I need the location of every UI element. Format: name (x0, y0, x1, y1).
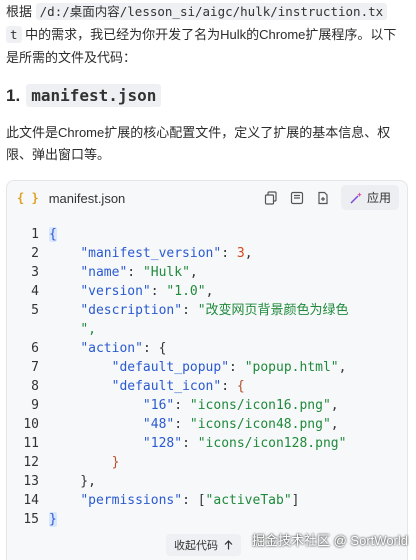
intro-text: 中的需求，我已经为你开发了名为Hulk的Chrome扩展程序。以下 (25, 27, 397, 42)
code-line: 5 "description": "改变网页背景颜色为绿色 (7, 301, 407, 320)
code-line: 11 "128": "icons/icon128.png" (7, 434, 407, 453)
heading-number: 1. (6, 85, 21, 105)
copy-button[interactable] (259, 186, 283, 210)
code-line: 1{ (7, 225, 407, 244)
code-filename: manifest.json (48, 190, 126, 206)
line-number: 9 (31, 398, 39, 413)
line-number: 6 (31, 341, 39, 356)
line-number: 15 (23, 512, 39, 527)
description-line-2: 限、弹出窗口等。 (6, 147, 111, 162)
apply-button[interactable]: 应用 (340, 185, 399, 210)
line-number (7, 320, 39, 339)
json-file-icon: { } (17, 191, 39, 205)
line-number: 5 (31, 303, 39, 318)
description-line-1: 此文件是Chrome扩展的核心配置文件，定义了扩展的基本信息、权 (6, 125, 391, 140)
code-line: ", (7, 320, 407, 339)
collapse-label: 收起代码 (174, 540, 218, 552)
code-text: "16": "icons/icon16.png", (142, 398, 339, 413)
section-heading: 1. manifest.json (6, 84, 162, 107)
code-line: 7 "default_popup": "popup.html", (7, 358, 407, 377)
code-text: "name": "Hulk", (80, 265, 198, 280)
code-line: 14 "permissions": ["activeTab"] (7, 491, 407, 510)
code-text: "permissions": ["activeTab"] (80, 493, 300, 508)
section-description: 此文件是Chrome扩展的核心配置文件，定义了扩展的基本信息、权 限、弹出窗口等… (6, 122, 410, 166)
line-number: 3 (31, 265, 39, 280)
insert-button[interactable] (285, 186, 309, 210)
insert-icon (290, 191, 304, 204)
intro-paragraph: 根据 /d:/桌面内容/lesson_si/aigc/hulk/instruct… (6, 0, 412, 69)
line-number: 13 (23, 474, 39, 489)
intro-prefix: 根据 (6, 4, 33, 19)
code-text: "manifest_version": 3, (80, 246, 253, 261)
code-text: "128": "icons/icon128.png" (142, 436, 347, 451)
code-text: }, (49, 474, 96, 489)
code-line: 8 "default_icon": { (7, 377, 407, 396)
line-number: 10 (23, 417, 39, 432)
code-line: 6 "action": { (7, 339, 407, 358)
code-line: 2 "manifest_version": 3, (7, 244, 407, 263)
code-actions: 应用 (259, 185, 399, 210)
code-text: "description": "改变网页背景颜色为绿色 (80, 303, 349, 318)
code-line: 4 "version": "1.0", (7, 282, 407, 301)
code-text: "default_popup": "popup.html", (111, 360, 347, 375)
collapse-code-button[interactable]: 收起代码 (166, 534, 241, 556)
page: 根据 /d:/桌面内容/lesson_si/aigc/hulk/instruct… (0, 0, 416, 560)
code-text: "version": "1.0", (80, 284, 214, 299)
instruction-path-continued[interactable]: t (6, 26, 22, 43)
code-line: 9 "16": "icons/icon16.png", (7, 396, 407, 415)
code-text: } (49, 512, 57, 527)
instruction-path[interactable]: /d:/桌面内容/lesson_si/aigc/hulk/instruction… (35, 3, 388, 20)
code-block-header: { } manifest.json 应用 (7, 181, 407, 215)
code-text: } (111, 455, 120, 470)
code-text: ", (80, 322, 96, 337)
apply-wand-icon (350, 192, 362, 204)
code-text: { (49, 227, 57, 242)
line-number: 7 (31, 360, 39, 375)
line-number: 11 (23, 436, 39, 451)
intro-text-line3: 是所需的文件及代码： (6, 50, 137, 65)
apply-label: 应用 (366, 191, 391, 205)
code-line: 3 "name": "Hulk", (7, 263, 407, 282)
line-number: 14 (23, 493, 39, 508)
line-number: 2 (31, 246, 39, 261)
watermark: 掘金技术社区 @ SortWorld (252, 533, 408, 548)
copy-icon (264, 190, 277, 205)
line-number: 1 (31, 227, 39, 242)
code-text: "default_icon": { (111, 379, 245, 394)
new-file-icon (318, 191, 328, 204)
code-text: "48": "icons/icon48.png", (142, 417, 339, 432)
code-body[interactable]: 1{2 "manifest_version": 3, 3 "name": "Hul… (7, 225, 407, 529)
code-text: "action": { (80, 341, 167, 356)
heading-code: manifest.json (26, 84, 162, 107)
line-number: 8 (31, 379, 39, 394)
arrow-up-icon (224, 540, 233, 550)
code-line: 13 }, (7, 472, 407, 491)
code-line: 10 "48": "icons/icon48.png", (7, 415, 407, 434)
code-block: { } manifest.json 应用 1 {2 "manifest_ver… (6, 180, 408, 560)
line-number: 4 (31, 284, 39, 299)
code-line: 12 } (7, 453, 407, 472)
line-number: 12 (23, 455, 39, 470)
code-line: 15} (7, 510, 407, 529)
new-file-button[interactable] (311, 186, 335, 210)
